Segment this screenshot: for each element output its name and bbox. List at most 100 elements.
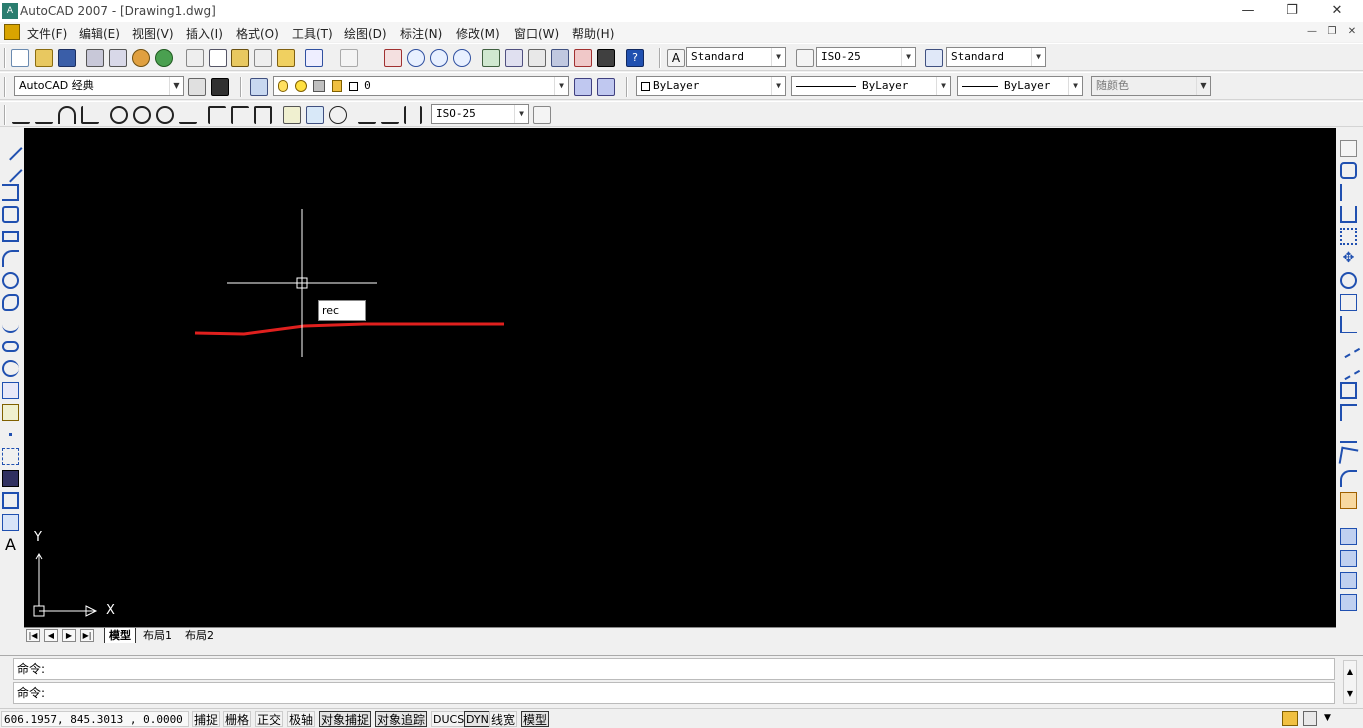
dyn-toggle[interactable]: DYN — [464, 711, 491, 727]
toolbar-grip[interactable] — [626, 77, 628, 97]
zoom-window-icon[interactable] — [430, 49, 448, 67]
toolbar-grip[interactable] — [4, 77, 6, 97]
minimize-button[interactable]: — — [1233, 2, 1263, 20]
toolbar-grip[interactable] — [4, 105, 6, 125]
text-style-select[interactable]: Standard ▼ — [686, 47, 786, 67]
circle-icon[interactable] — [2, 272, 19, 289]
coordinate-display[interactable]: 606.1957, 845.3013 , 0.0000 — [1, 711, 189, 727]
command-scrollbar[interactable]: ▲ ▼ — [1343, 660, 1357, 704]
properties-icon[interactable] — [482, 49, 500, 67]
lock-icon[interactable] — [1303, 711, 1317, 726]
lineweight-select[interactable]: ByLayer ▼ — [957, 76, 1083, 96]
jogged-dimension-icon[interactable] — [133, 106, 151, 124]
zoom-realtime-icon[interactable] — [407, 49, 425, 67]
model-toggle[interactable]: 模型 — [521, 711, 550, 727]
linear-dimension-icon[interactable] — [12, 106, 30, 124]
status-menu-arrow-icon[interactable]: ▼ — [1324, 713, 1331, 723]
tolerance-icon[interactable] — [306, 106, 324, 124]
sheet-set-icon[interactable] — [551, 49, 569, 67]
multiline-text-icon[interactable]: A — [2, 536, 19, 553]
continue-dimension-icon[interactable] — [254, 106, 272, 124]
scale-icon[interactable] — [1340, 294, 1357, 311]
draw-order-above-icon[interactable] — [1340, 572, 1357, 589]
line-icon[interactable] — [0, 136, 23, 161]
table-style-select[interactable]: Standard ▼ — [946, 47, 1046, 67]
aligned-dimension-icon[interactable] — [35, 106, 53, 124]
toolbar-grip[interactable] — [240, 77, 242, 97]
menu-view[interactable]: 视图(V) — [132, 25, 174, 42]
explode-icon[interactable] — [1340, 492, 1357, 509]
save-workspace-icon[interactable] — [211, 78, 229, 96]
copy-object-icon[interactable] — [1340, 162, 1357, 179]
polar-toggle[interactable]: 极轴 — [287, 711, 316, 727]
otrack-toggle[interactable]: 对象追踪 — [375, 711, 428, 727]
lineweight-toggle[interactable]: 线宽 — [489, 711, 518, 727]
tab-layout2[interactable]: 布局2 — [181, 628, 218, 643]
mirror-icon[interactable] — [1340, 184, 1357, 201]
redo-icon[interactable] — [340, 49, 358, 67]
make-block-icon[interactable] — [2, 404, 19, 421]
drawn-polyline[interactable] — [194, 322, 504, 336]
dim-style-select[interactable]: ISO-25 ▼ — [816, 47, 916, 67]
block-editor-icon[interactable] — [277, 49, 295, 67]
copy-icon[interactable] — [209, 49, 227, 67]
new-icon[interactable] — [11, 49, 29, 67]
layer-properties-icon[interactable] — [250, 78, 268, 96]
paste-icon[interactable] — [231, 49, 249, 67]
array-icon[interactable] — [1340, 228, 1357, 245]
menu-draw[interactable]: 绘图(D) — [344, 25, 387, 42]
make-object-layer-current-icon[interactable] — [574, 78, 592, 96]
rectangle-icon[interactable] — [2, 231, 19, 242]
mdi-minimize-button[interactable]: — — [1304, 25, 1320, 39]
menu-format[interactable]: 格式(O) — [236, 25, 279, 42]
radius-dimension-icon[interactable] — [110, 106, 128, 124]
angular-dimension-icon[interactable] — [179, 106, 197, 124]
plot-preview-icon[interactable] — [109, 49, 127, 67]
break-at-point-icon[interactable] — [1340, 382, 1357, 399]
baseline-dimension-icon[interactable] — [231, 106, 249, 124]
move-icon[interactable]: ✥ — [1340, 250, 1357, 267]
zoom-previous-icon[interactable] — [453, 49, 471, 67]
first-tab-button[interactable]: |◀ — [26, 629, 40, 642]
prev-tab-button[interactable]: ◀ — [44, 629, 58, 642]
tool-palettes-icon[interactable] — [528, 49, 546, 67]
polyline-icon[interactable] — [2, 184, 19, 201]
calculator-icon[interactable] — [597, 49, 615, 67]
layer-previous-icon[interactable] — [597, 78, 615, 96]
match-properties-icon[interactable] — [254, 49, 272, 67]
draw-order-back-icon[interactable] — [1340, 550, 1357, 567]
next-tab-button[interactable]: ▶ — [62, 629, 76, 642]
center-mark-icon[interactable] — [329, 106, 347, 124]
break-icon[interactable] — [1340, 404, 1357, 421]
insert-block-icon[interactable] — [2, 382, 19, 399]
draw-order-below-icon[interactable] — [1340, 594, 1357, 611]
communication-center-icon[interactable] — [1282, 711, 1298, 726]
workspace-settings-icon[interactable] — [188, 78, 206, 96]
menu-file[interactable]: 文件(F) — [27, 25, 67, 42]
snap-toggle[interactable]: 捕捉 — [192, 711, 221, 727]
command-input[interactable]: 命令: — [13, 682, 1335, 704]
menu-modify[interactable]: 修改(M) — [456, 25, 500, 42]
publish-web-icon[interactable] — [155, 49, 173, 67]
undo-icon[interactable] — [305, 49, 323, 67]
draw-order-front-icon[interactable] — [1340, 528, 1357, 545]
dim-style-icon[interactable] — [796, 49, 814, 67]
table-icon[interactable] — [2, 514, 19, 531]
erase-icon[interactable] — [1340, 140, 1357, 157]
menu-edit[interactable]: 编辑(E) — [79, 25, 120, 42]
plot-icon[interactable] — [86, 49, 104, 67]
stretch-icon[interactable] — [1340, 316, 1357, 333]
quick-dimension-icon[interactable] — [208, 106, 226, 124]
tab-layout1[interactable]: 布局1 — [139, 628, 176, 643]
chamfer-icon[interactable] — [1338, 446, 1359, 467]
menu-window[interactable]: 窗口(W) — [514, 25, 559, 42]
markup-icon[interactable] — [574, 49, 592, 67]
menu-insert[interactable]: 插入(I) — [186, 25, 223, 42]
menu-dimension[interactable]: 标注(N) — [400, 25, 442, 42]
document-icon[interactable] — [4, 24, 20, 40]
construction-line-icon[interactable] — [0, 158, 23, 183]
menu-help[interactable]: 帮助(H) — [572, 25, 614, 42]
offset-icon[interactable] — [1340, 206, 1357, 223]
publish-icon[interactable] — [132, 49, 150, 67]
tab-model[interactable]: 模型 — [104, 628, 136, 643]
